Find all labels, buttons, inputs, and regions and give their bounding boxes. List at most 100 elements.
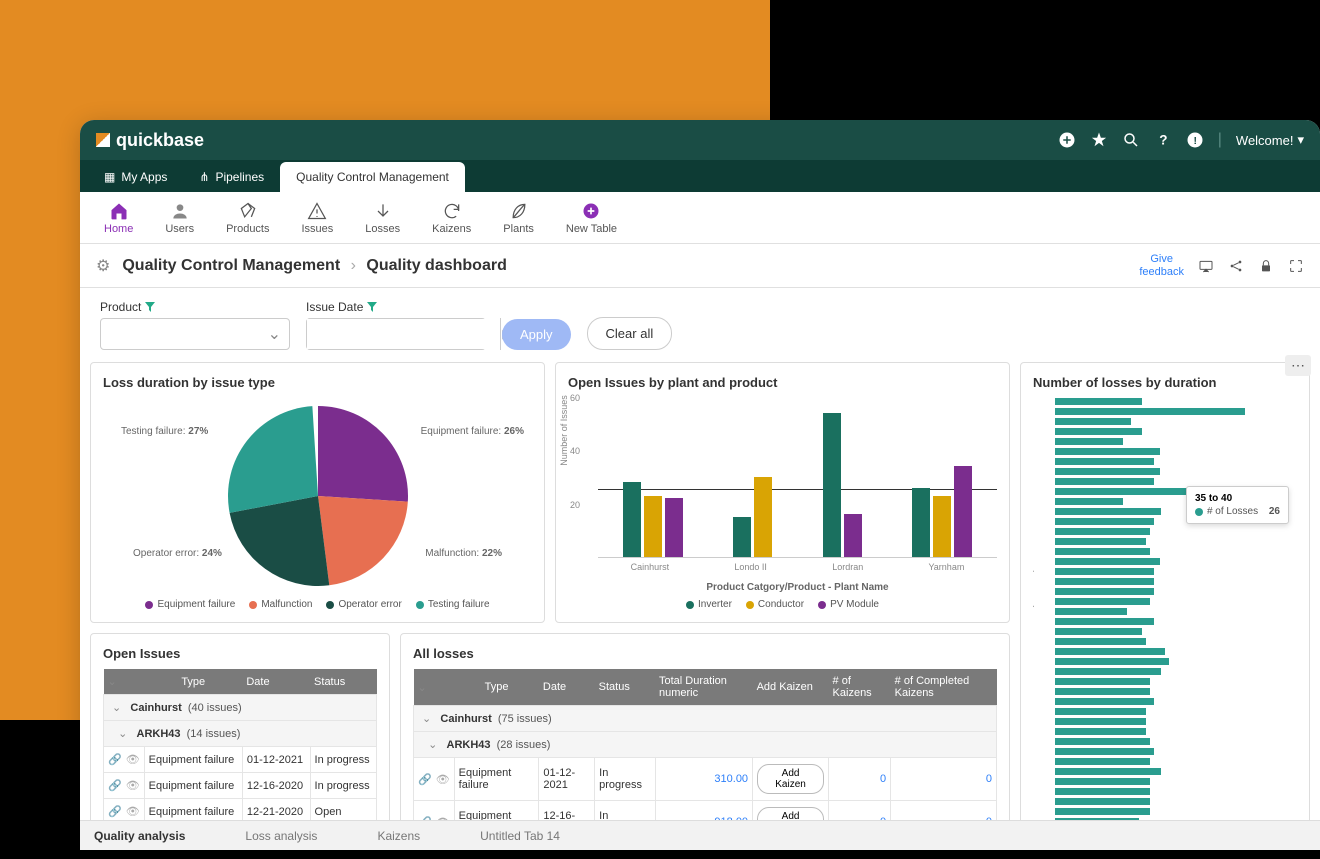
star-icon[interactable] — [1090, 131, 1108, 149]
leaf-icon — [509, 201, 529, 221]
lock-icon[interactable] — [1258, 258, 1274, 274]
breadcrumb: Quality Control Management › Quality das… — [122, 257, 507, 275]
presentation-icon[interactable] — [1198, 258, 1214, 274]
x-axis-labels: CainhurstLondo IILordranYarnham — [598, 562, 997, 572]
table-row[interactable]: 🔗👁 Equipment failure01-12-2021In progres… — [104, 747, 377, 773]
col-add-kaizen[interactable]: Add Kaizen — [753, 669, 829, 706]
brand-name: quickbase — [116, 130, 204, 151]
view-icon: 👁 — [126, 753, 140, 766]
warning-icon — [307, 201, 327, 221]
pie-legend: Equipment failureMalfunctionOperator err… — [103, 599, 532, 610]
col-type[interactable]: Type — [454, 669, 539, 706]
help-icon[interactable]: ? — [1154, 131, 1172, 149]
search-icon[interactable] — [1122, 131, 1140, 149]
toolbar-label: Losses — [365, 223, 400, 235]
nav-label: Pipelines — [215, 170, 264, 184]
product-select[interactable]: ⌄ — [100, 318, 290, 350]
panel-title: Number of losses by duration — [1033, 375, 1297, 390]
all-losses-table: ⌄ Type Date Status Total Duration numeri… — [413, 669, 997, 844]
toolbar-products[interactable]: Products — [210, 197, 285, 239]
sheet-tabs: Quality analysis Loss analysis Kaizens U… — [80, 820, 1320, 850]
panel-open-issues-bar: Open Issues by plant and product Number … — [555, 362, 1010, 623]
expand-icon[interactable] — [1288, 258, 1304, 274]
col-status[interactable]: Status — [595, 669, 655, 706]
apply-button[interactable]: Apply — [502, 319, 571, 350]
add-icon[interactable] — [1058, 131, 1076, 149]
toolbar-issues[interactable]: Issues — [286, 197, 350, 239]
sheet-tab[interactable]: Loss analysis — [245, 829, 317, 843]
col-date[interactable]: Date — [539, 669, 595, 706]
pie-slice-label: Equipment failure: 26% — [421, 426, 524, 437]
pipeline-icon: ⋔ — [199, 170, 209, 184]
share-icon[interactable] — [1228, 258, 1244, 274]
open-issues-table: ⌄ Type Date Status ⌄ Cainhurst (40 issue… — [103, 669, 377, 825]
col-type[interactable]: Type — [144, 669, 242, 695]
y-axis-label: Duration (seconds) — [1033, 569, 1034, 645]
toolbar-users[interactable]: Users — [149, 197, 210, 239]
panel-title: Loss duration by issue type — [103, 375, 532, 390]
brand-logo[interactable]: quickbase — [96, 130, 204, 151]
bar-legend: InverterConductorPV Module — [568, 599, 997, 610]
add-kaizen-button[interactable]: Add Kaizen — [757, 764, 824, 794]
filter-product-label: Product — [100, 300, 290, 314]
attachment-icon: 🔗 — [108, 753, 122, 766]
col-date[interactable]: Date — [242, 669, 310, 695]
nav-tab-active[interactable]: Quality Control Management — [280, 162, 465, 192]
col-completed-kaizens[interactable]: # of Completed Kaizens — [891, 669, 997, 706]
collapse-all-icon[interactable]: ⌄ — [108, 676, 117, 688]
toolbar-losses[interactable]: Losses — [349, 197, 416, 239]
toolbar-label: Plants — [503, 223, 534, 235]
tooltip-dot — [1195, 508, 1203, 516]
tooltip-category: 35 to 40 — [1195, 493, 1280, 504]
refresh-icon — [442, 201, 462, 221]
more-button[interactable]: ⋯ — [1285, 355, 1311, 376]
toolbar-kaizens[interactable]: Kaizens — [416, 197, 487, 239]
table-row[interactable]: 🔗👁 Equipment failure01-12-2021In progres… — [414, 758, 997, 801]
give-feedback-link[interactable]: Givefeedback — [1139, 253, 1184, 277]
chevron-down-icon: ▾ — [1297, 132, 1304, 148]
toolbar-plants[interactable]: Plants — [487, 197, 550, 239]
gear-icon[interactable]: ⚙ — [96, 256, 110, 276]
attachment-icon: 🔗 — [108, 805, 122, 818]
tooltip-series: # of Losses — [1207, 506, 1258, 517]
pie-slice-label: Malfunction: 22% — [425, 548, 502, 559]
nav-pipelines[interactable]: ⋔ Pipelines — [183, 162, 280, 192]
pie-slice-label: Testing failure: 27% — [121, 426, 208, 437]
svg-text:?: ? — [1159, 133, 1167, 148]
sheet-tab[interactable]: Kaizens — [377, 829, 420, 843]
nav-my-apps[interactable]: ▦ My Apps — [88, 162, 183, 192]
panel-all-losses: All losses ⌄ Type Date Status Total Dura… — [400, 633, 1010, 850]
breadcrumb-root[interactable]: Quality Control Management — [122, 257, 340, 274]
tooltip-value: 26 — [1269, 506, 1280, 517]
issue-date-input[interactable] — [307, 319, 500, 349]
hbar-chart: Duration (seconds) 35 to 40 # of Losses … — [1033, 398, 1297, 838]
y-axis-label: Number of Issues — [559, 395, 569, 466]
alert-icon[interactable]: ! — [1186, 131, 1204, 149]
pie-slice-label: Operator error: 24% — [133, 548, 222, 559]
app-window: quickbase ? ! | Welcome! ▾ ▦ My Apps ⋔ P… — [80, 120, 1320, 850]
col-status[interactable]: Status — [310, 669, 376, 695]
clear-all-button[interactable]: Clear all — [587, 317, 673, 350]
toolbar-new-table[interactable]: New Table — [550, 197, 633, 239]
toolbar-label: Kaizens — [432, 223, 471, 235]
col-duration[interactable]: Total Duration numeric — [655, 669, 753, 706]
nav-bar: ▦ My Apps ⋔ Pipelines Quality Control Ma… — [80, 160, 1320, 192]
products-icon — [238, 201, 258, 221]
filter-icon — [367, 302, 377, 312]
bar-chart: Number of Issues 204060 CainhurstLondo I… — [568, 398, 997, 593]
collapse-all-icon[interactable]: ⌄ — [418, 682, 427, 694]
panel-title: All losses — [413, 646, 997, 661]
toolbar-home[interactable]: Home — [88, 197, 149, 239]
sheet-tab[interactable]: Untitled Tab 14 — [480, 829, 560, 843]
dashboard: Loss duration by issue type Equipment fa… — [80, 362, 1320, 842]
toolbar-label: Users — [165, 223, 194, 235]
user-menu[interactable]: Welcome! ▾ — [1236, 132, 1304, 148]
table-row[interactable]: 🔗👁 Equipment failure12-16-2020In progres… — [104, 773, 377, 799]
toolbar-label: Products — [226, 223, 269, 235]
top-bar: quickbase ? ! | Welcome! ▾ — [80, 120, 1320, 160]
logo-icon — [96, 133, 110, 147]
pie-chart: Equipment failure: 26% Malfunction: 22% … — [103, 398, 532, 593]
col-kaizens[interactable]: # of Kaizens — [829, 669, 891, 706]
view-icon: 👁 — [436, 773, 450, 786]
sheet-tab[interactable]: Quality analysis — [94, 829, 185, 843]
